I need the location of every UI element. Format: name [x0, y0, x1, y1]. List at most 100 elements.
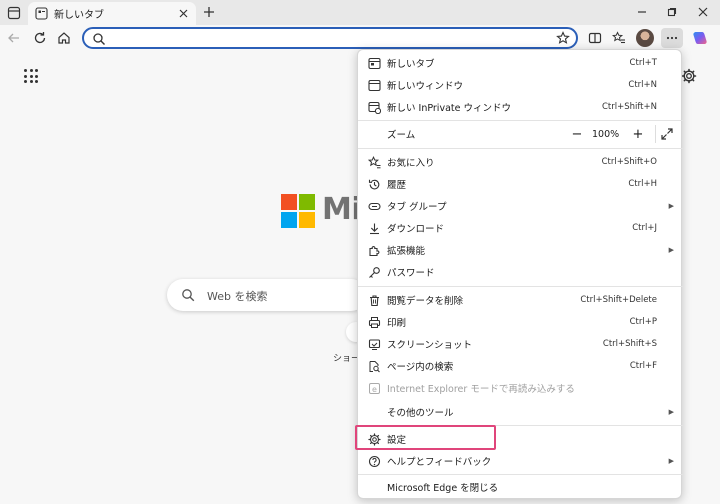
menu-separator: [358, 148, 683, 149]
menu-item-clear-browsing-data[interactable]: 閲覧データを削除 Ctrl+Shift+Delete: [358, 289, 683, 311]
help-question-icon: [367, 454, 381, 468]
menu-item-zoom: ズーム − 100% +: [358, 123, 683, 145]
menu-item-print[interactable]: 印刷 Ctrl+P: [358, 311, 683, 333]
menu-item-label: その他のツール: [387, 408, 454, 419]
new-window-icon: [367, 78, 381, 92]
profile-avatar[interactable]: [636, 29, 654, 47]
more-dots-icon: [666, 36, 678, 40]
menu-item-label: お気に入り: [387, 158, 435, 169]
minimize-button[interactable]: [631, 3, 653, 21]
menu-item-new-tab[interactable]: 新しいタブ Ctrl+T: [358, 52, 683, 74]
settings-highlight-box: [355, 425, 496, 450]
tab-actions-button[interactable]: [5, 4, 23, 22]
menu-item-tab-groups[interactable]: タブ グループ ▶: [358, 195, 683, 217]
download-icon: [367, 221, 381, 235]
history-icon: [367, 177, 381, 191]
menu-item-shortcut: Ctrl+F: [629, 361, 657, 371]
tab-groups-icon: [367, 199, 381, 213]
menu-item-favorites[interactable]: お気に入り Ctrl+Shift+O: [358, 151, 683, 173]
app-launcher-icon[interactable]: [24, 69, 38, 83]
menu-item-label: 閲覧データを削除: [387, 296, 464, 307]
menu-item-downloads[interactable]: ダウンロード Ctrl+J: [358, 217, 683, 239]
menu-item-shortcut: Ctrl+T: [629, 58, 657, 68]
menu-item-new-window[interactable]: 新しいウィンドウ Ctrl+N: [358, 74, 683, 96]
menu-separator: [358, 120, 683, 121]
screenshot-icon: [367, 337, 381, 351]
menu-item-find-on-page[interactable]: ページ内の検索 Ctrl+F: [358, 355, 683, 377]
menu-item-extensions[interactable]: 拡張機能 ▶: [358, 239, 683, 261]
menu-separator: [358, 286, 683, 287]
address-input[interactable]: [110, 30, 550, 46]
menu-item-new-inprivate-window[interactable]: 新しい InPrivate ウィンドウ Ctrl+Shift+N: [358, 96, 683, 118]
plus-icon: [204, 7, 214, 17]
menu-item-history[interactable]: 履歴 Ctrl+H: [358, 173, 683, 195]
menu-item-more-tools[interactable]: その他のツール ▶: [358, 401, 683, 423]
zoom-out-button[interactable]: −: [570, 127, 584, 142]
refresh-icon: [34, 32, 46, 44]
zoom-in-button[interactable]: +: [631, 127, 645, 142]
web-search-placeholder: Web を検索: [207, 290, 268, 303]
search-icon: [182, 289, 195, 302]
favorites-list-icon: [612, 31, 625, 44]
settings-and-more-button[interactable]: [661, 28, 683, 48]
trash-icon: [367, 293, 381, 307]
new-tab-button[interactable]: [200, 3, 218, 21]
web-search-box[interactable]: Web を検索: [167, 279, 367, 311]
menu-item-shortcut: Ctrl+Shift+S: [602, 339, 657, 349]
menu-item-label: 新しい InPrivate ウィンドウ: [387, 103, 511, 114]
menu-item-shortcut: Ctrl+H: [628, 179, 657, 189]
menu-item-label: 印刷: [387, 318, 407, 329]
menu-item-label: 新しいタブ: [387, 59, 435, 70]
menu-item-shortcut: Ctrl+Shift+O: [601, 157, 657, 167]
copilot-icon: [693, 32, 707, 44]
extensions-puzzle-icon: [367, 243, 381, 257]
arrow-left-icon: [8, 33, 19, 43]
submenu-arrow-icon: ▶: [668, 246, 674, 254]
menu-item-label: スクリーンショット: [387, 340, 473, 351]
restore-button[interactable]: [661, 3, 683, 21]
tab-close-icon[interactable]: [176, 7, 190, 21]
split-screen-icon: [588, 32, 602, 44]
favorites-star-icon: [367, 155, 381, 169]
menu-item-label: Internet Explorer モードで再読み込みする: [387, 384, 575, 395]
svg-text:e: e: [372, 385, 377, 394]
menu-item-label: 拡張機能: [387, 246, 426, 257]
tab-bar: 新しいタブ: [0, 0, 720, 25]
fullscreen-expand-icon[interactable]: [660, 127, 674, 141]
close-window-button[interactable]: [692, 3, 714, 21]
menu-item-shortcut: Ctrl+P: [629, 317, 657, 327]
menu-item-help-and-feedback[interactable]: ヘルプとフィードバック ▶: [358, 450, 683, 472]
menu-item-label: 履歴: [387, 180, 407, 191]
submenu-arrow-icon: ▶: [668, 408, 674, 416]
menu-item-close-edge[interactable]: Microsoft Edge を閉じる: [358, 476, 683, 498]
menu-separator: [358, 474, 683, 475]
tab-new-tab[interactable]: 新しいタブ: [28, 2, 196, 25]
copilot-button[interactable]: [690, 28, 710, 48]
menu-item-label: Microsoft Edge を閉じる: [387, 483, 499, 494]
menu-item-label: ページ内の検索: [387, 362, 454, 373]
microsoft-logo: [281, 194, 315, 228]
new-tab-page-icon: [34, 7, 48, 21]
menu-item-label: パスワード: [387, 268, 435, 279]
internet-explorer-icon: e: [367, 381, 381, 395]
page-settings-gear-icon[interactable]: [681, 68, 697, 84]
menu-item-label: 新しいウィンドウ: [387, 81, 464, 92]
tab-title: 新しいタブ: [54, 10, 104, 21]
submenu-arrow-icon: ▶: [668, 202, 674, 210]
back-button[interactable]: [4, 28, 24, 48]
favorite-star-icon[interactable]: [556, 31, 570, 45]
menu-item-screenshot[interactable]: スクリーンショット Ctrl+Shift+S: [358, 333, 683, 355]
address-bar[interactable]: [82, 27, 578, 49]
key-icon: [367, 265, 381, 279]
menu-item-shortcut: Ctrl+Shift+Delete: [580, 295, 657, 305]
home-button[interactable]: [54, 28, 74, 48]
split-screen-button[interactable]: [585, 28, 605, 48]
printer-icon: [367, 315, 381, 329]
refresh-button[interactable]: [30, 28, 50, 48]
shortcut-label: ショー: [333, 354, 361, 364]
menu-item-shortcut: Ctrl+N: [628, 80, 657, 90]
zoom-label: ズーム: [387, 130, 416, 141]
menu-item-shortcut: Ctrl+Shift+N: [601, 102, 657, 112]
menu-item-passwords[interactable]: パスワード: [358, 261, 683, 283]
favorites-button[interactable]: [609, 28, 629, 48]
